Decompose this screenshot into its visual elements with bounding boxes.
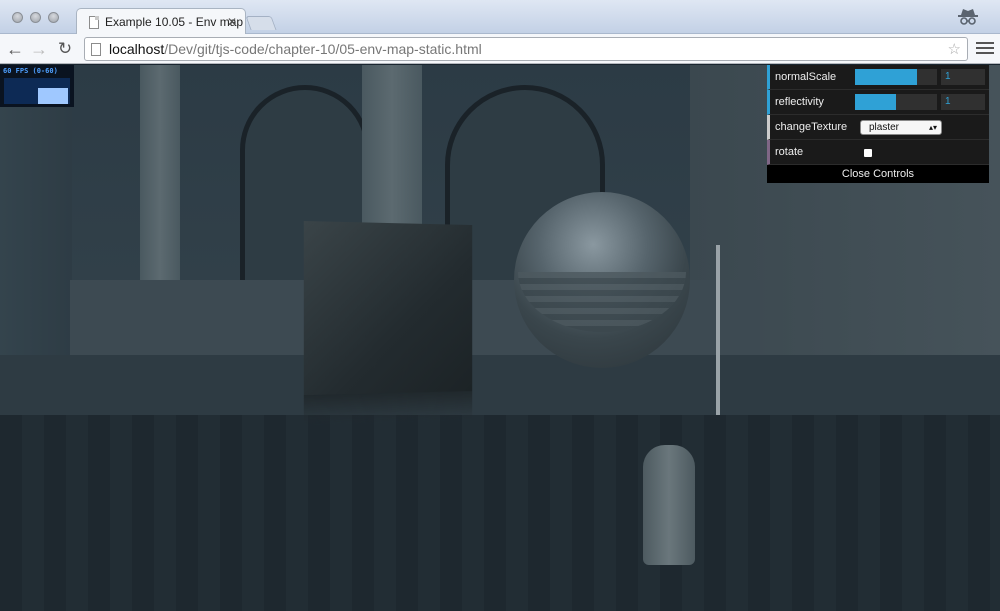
control-rotate: rotate	[767, 140, 989, 165]
url-path: /Dev/git/tjs-code/chapter-10/05-env-map-…	[164, 41, 482, 57]
tab-close-icon[interactable]: ✕	[227, 15, 237, 29]
close-controls-button[interactable]: Close Controls	[767, 165, 989, 183]
reflectivity-input[interactable]: 1	[941, 94, 985, 110]
reflectivity-label: reflectivity	[775, 96, 824, 108]
normalscale-label: normalScale	[775, 71, 837, 83]
controls-panel: normalScale 1 reflectivity 1 changeTextu…	[767, 65, 989, 183]
fps-stats[interactable]: 60 FPS (0-60)	[0, 65, 74, 107]
browser-tab-active[interactable]: Example 10.05 - Env map ✕	[76, 8, 246, 35]
control-normalscale: normalScale 1	[767, 65, 989, 90]
reflective-cube	[303, 220, 473, 396]
minimize-window-icon[interactable]	[30, 12, 41, 23]
normalscale-input[interactable]: 1	[941, 69, 985, 85]
webgl-canvas[interactable]: 60 FPS (0-60) normalScale 1 reflectivity…	[0, 65, 1000, 611]
reflectivity-slider[interactable]	[855, 94, 937, 110]
changetexture-select[interactable]: plaster ▴▾	[860, 120, 942, 135]
back-button[interactable]: ←	[4, 38, 26, 60]
hamburger-menu-icon[interactable]	[976, 39, 994, 57]
scene-bollard	[643, 445, 695, 565]
url-text[interactable]: localhost/Dev/git/tjs-code/chapter-10/05…	[109, 41, 482, 57]
rotate-label: rotate	[775, 146, 804, 158]
changetexture-value: plaster	[869, 122, 900, 133]
close-window-icon[interactable]	[12, 12, 23, 23]
tab-title: Example 10.05 - Env map	[105, 15, 244, 29]
fps-graph	[4, 78, 70, 104]
reflective-sphere	[514, 192, 690, 368]
address-bar[interactable]: localhost/Dev/git/tjs-code/chapter-10/05…	[84, 37, 968, 61]
incognito-icon	[958, 9, 978, 25]
scene-ground	[0, 415, 1000, 611]
reload-button[interactable]: ↻	[54, 38, 76, 60]
forward-button[interactable]: →	[28, 38, 50, 60]
bookmark-star-icon[interactable]: ☆	[948, 40, 961, 58]
control-changetexture: changeTexture plaster ▴▾	[767, 115, 989, 140]
scene-base-wall	[0, 355, 1000, 415]
page-icon	[89, 15, 99, 29]
scene-wall	[0, 65, 72, 355]
url-host: localhost	[109, 41, 165, 57]
page-icon	[91, 42, 101, 56]
window-titlebar: Example 10.05 - Env map ✕	[0, 0, 1000, 35]
normalscale-slider[interactable]	[855, 69, 937, 85]
browser-toolbar: ← → ↻ localhost/Dev/git/tjs-code/chapter…	[0, 34, 1000, 64]
scene-post	[716, 245, 720, 415]
zoom-window-icon[interactable]	[48, 12, 59, 23]
changetexture-label: changeTexture	[775, 121, 848, 133]
fps-label: 60 FPS (0-60)	[3, 67, 58, 75]
new-tab-button[interactable]	[245, 16, 277, 30]
select-arrows-icon: ▴▾	[928, 123, 937, 132]
rotate-checkbox[interactable]	[864, 149, 872, 157]
control-reflectivity: reflectivity 1	[767, 90, 989, 115]
